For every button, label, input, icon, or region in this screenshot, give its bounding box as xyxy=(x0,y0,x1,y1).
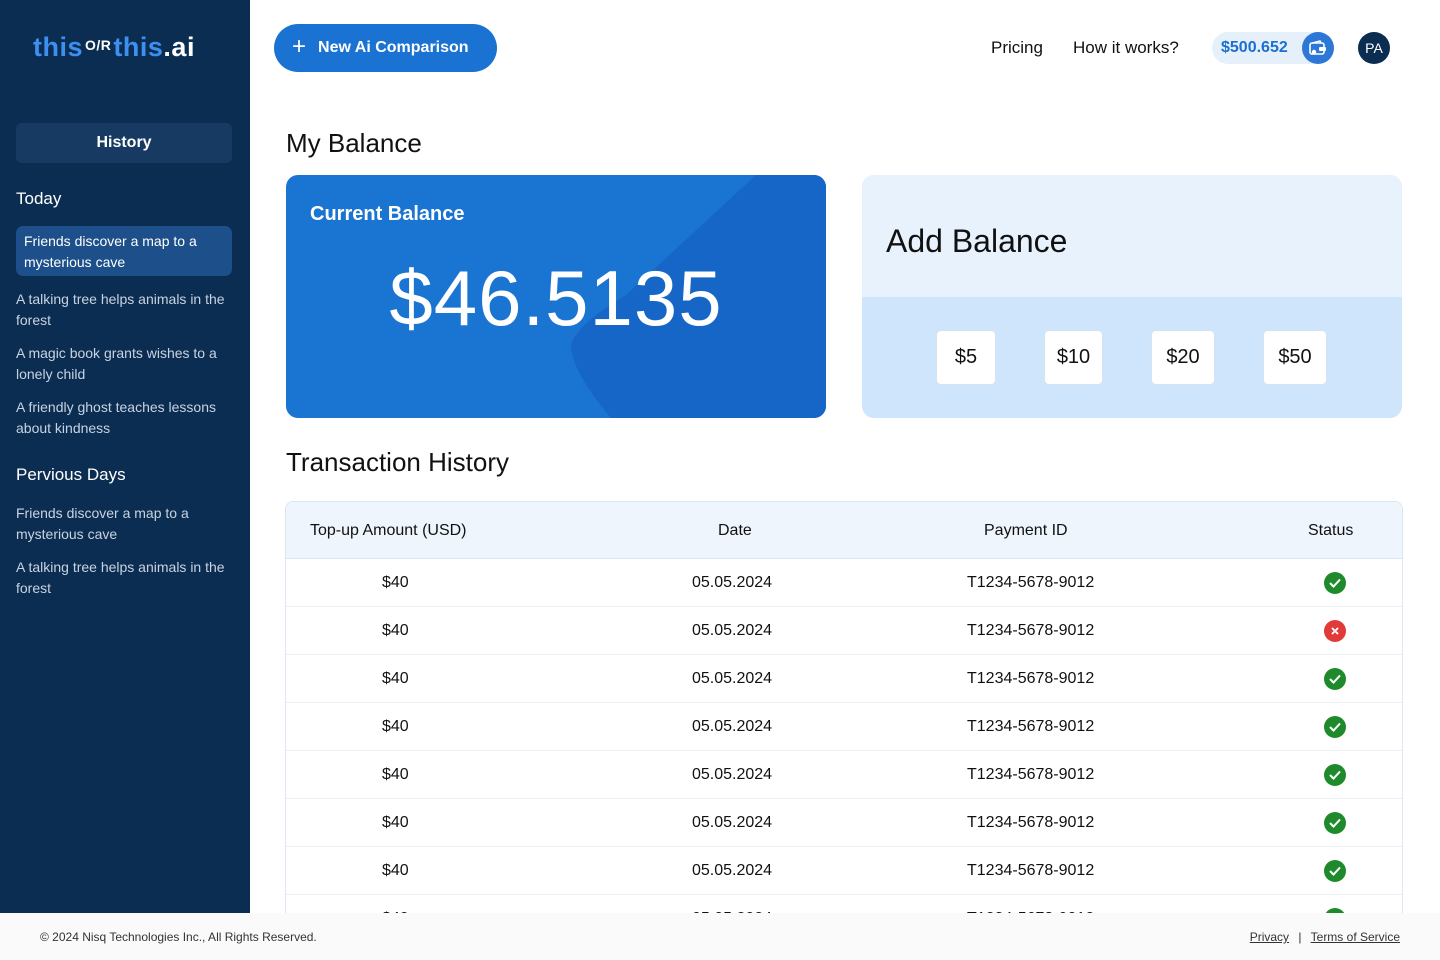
transaction-table: Top-up Amount (USD) Date Payment ID Stat… xyxy=(285,501,1403,921)
user-avatar[interactable]: PA xyxy=(1358,32,1390,64)
status-failed-icon xyxy=(1324,620,1346,642)
cell-amount: $40 xyxy=(382,622,409,639)
add-balance-title: Add Balance xyxy=(886,223,1068,259)
wallet-amount: $500.652 xyxy=(1221,39,1288,56)
cell-amount: $40 xyxy=(382,718,409,735)
cell-payment-id: T1234-5678-9012 xyxy=(967,814,1095,831)
table-row: $40 05.05.2024 T1234-5678-9012 xyxy=(286,751,1402,799)
history-button[interactable]: History xyxy=(16,123,232,163)
cell-date: 05.05.2024 xyxy=(692,574,773,591)
cell-date: 05.05.2024 xyxy=(692,862,773,879)
column-header-date: Date xyxy=(718,522,752,539)
cell-amount: $40 xyxy=(382,862,409,879)
previous-section-title: Pervious Days xyxy=(16,465,126,484)
table-row: $40 05.05.2024 T1234-5678-9012 xyxy=(286,655,1402,703)
cell-amount: $40 xyxy=(382,766,409,783)
cell-amount: $40 xyxy=(382,574,409,591)
add-5-button[interactable]: $5 xyxy=(936,330,996,385)
nav-how-it-works[interactable]: How it works? xyxy=(1073,38,1179,58)
history-item[interactable]: A friendly ghost teaches lessons about k… xyxy=(16,397,232,439)
nav-pricing[interactable]: Pricing xyxy=(991,38,1043,58)
status-success-icon xyxy=(1324,716,1346,738)
cell-payment-id: T1234-5678-9012 xyxy=(967,670,1095,687)
logo-suffix: .ai xyxy=(163,32,195,62)
table-row: $40 05.05.2024 T1234-5678-9012 xyxy=(286,799,1402,847)
table-row: $40 05.05.2024 T1234-5678-9012 xyxy=(286,607,1402,655)
status-success-icon xyxy=(1324,764,1346,786)
cell-payment-id: T1234-5678-9012 xyxy=(967,622,1095,639)
add-balance-card: Add Balance $5 $10 $20 $50 xyxy=(862,175,1402,418)
column-header-payment-id: Payment ID xyxy=(984,522,1068,539)
footer-links: Privacy | Terms of Service xyxy=(1250,930,1400,944)
cell-amount: $40 xyxy=(382,670,409,687)
my-balance-title: My Balance xyxy=(286,128,422,158)
brand-logo[interactable]: this O/Rthis.ai xyxy=(33,32,195,63)
column-header-status: Status xyxy=(1308,522,1354,539)
cell-date: 05.05.2024 xyxy=(692,622,773,639)
terms-link[interactable]: Terms of Service xyxy=(1311,930,1400,944)
cell-payment-id: T1234-5678-9012 xyxy=(967,766,1095,783)
table-row: $40 05.05.2024 T1234-5678-9012 xyxy=(286,847,1402,895)
wallet-balance[interactable]: $500.652 xyxy=(1212,32,1334,64)
cell-date: 05.05.2024 xyxy=(692,670,773,687)
logo-or: O/R xyxy=(85,37,112,53)
table-header: Top-up Amount (USD) Date Payment ID Stat… xyxy=(286,502,1402,559)
plus-icon: + xyxy=(292,33,307,60)
history-item[interactable]: Friends discover a map to a mysterious c… xyxy=(16,503,232,545)
add-10-button[interactable]: $10 xyxy=(1044,330,1103,385)
cell-date: 05.05.2024 xyxy=(692,718,773,735)
logo-part1: this xyxy=(33,32,84,62)
table-row: $40 05.05.2024 T1234-5678-9012 xyxy=(286,703,1402,751)
new-comparison-button[interactable]: + New Ai Comparison xyxy=(274,24,497,72)
history-item[interactable]: A talking tree helps animals in the fore… xyxy=(16,557,232,599)
cell-payment-id: T1234-5678-9012 xyxy=(967,862,1095,879)
current-balance-value: $46.5135 xyxy=(389,254,723,342)
status-success-icon xyxy=(1324,812,1346,834)
cell-amount: $40 xyxy=(382,814,409,831)
history-item[interactable]: A magic book grants wishes to a lonely c… xyxy=(16,343,232,385)
column-header-amount: Top-up Amount (USD) xyxy=(310,522,467,539)
status-success-icon xyxy=(1324,860,1346,882)
wallet-icon[interactable] xyxy=(1302,32,1334,64)
status-success-icon xyxy=(1324,572,1346,594)
new-comparison-label: New Ai Comparison xyxy=(318,39,469,56)
history-item[interactable]: A talking tree helps animals in the fore… xyxy=(16,289,232,331)
current-balance-card: Current Balance $46.5135 xyxy=(286,175,826,418)
cell-date: 05.05.2024 xyxy=(692,814,773,831)
sidebar: this O/Rthis.ai History Today Friends dis… xyxy=(0,0,250,913)
copyright-text: © 2024 Nisq Technologies Inc., All Right… xyxy=(40,930,317,944)
cell-date: 05.05.2024 xyxy=(692,766,773,783)
add-50-button[interactable]: $50 xyxy=(1263,330,1327,385)
current-balance-label: Current Balance xyxy=(310,203,465,225)
history-item-active[interactable]: Friends discover a map to a mysterious c… xyxy=(16,226,232,276)
status-success-icon xyxy=(1324,668,1346,690)
table-row: $40 05.05.2024 T1234-5678-9012 xyxy=(286,559,1402,607)
add-20-button[interactable]: $20 xyxy=(1151,330,1215,385)
cell-payment-id: T1234-5678-9012 xyxy=(967,574,1095,591)
transaction-history-title: Transaction History xyxy=(286,447,509,477)
cell-payment-id: T1234-5678-9012 xyxy=(967,718,1095,735)
footer: © 2024 Nisq Technologies Inc., All Right… xyxy=(0,913,1440,960)
logo-part2: this xyxy=(113,32,164,62)
footer-separator: | xyxy=(1298,930,1302,944)
privacy-link[interactable]: Privacy xyxy=(1250,930,1289,944)
today-section-title: Today xyxy=(16,189,62,208)
